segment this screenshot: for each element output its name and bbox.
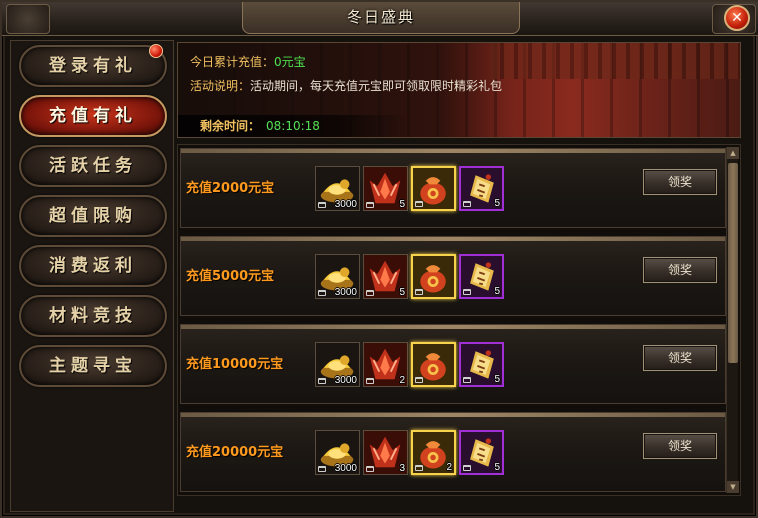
sidebar-item-2[interactable]: 充值有礼 [19,95,167,137]
claim-reward-button[interactable]: 领奖 [643,257,717,283]
gold-ingot-icon[interactable]: 3000 [315,254,360,299]
item-quantity: 3000 [334,199,357,210]
scroll-up-arrow-icon[interactable]: ▲ [727,147,739,159]
reward-tier-title: 充值5000元宝 [186,269,275,284]
remaining-time: 剩余时间： 08:10:18 [178,115,408,137]
red-crystal-icon[interactable]: 2 [363,342,408,387]
event-description: 活动说明：活动期间，每天充值元宝即可领取限时精彩礼包 [190,77,502,94]
reward-items: 3000 3 2 5 [315,430,504,476]
red-pouch-icon[interactable] [411,166,456,211]
talisman-icon[interactable]: 5 [459,342,504,387]
item-quantity: 3 [399,463,405,474]
reward-tier-title: 充值10000元宝 [186,357,284,372]
bound-lock-icon [463,465,471,471]
claim-reward-button[interactable]: 领奖 [643,433,717,459]
bound-lock-icon [366,378,374,384]
reward-tier-title: 充值2000元宝 [186,181,275,196]
sidebar-item-label: 超值限购 [49,206,137,226]
item-quantity: 5 [494,374,500,385]
gold-ingot-icon[interactable]: 3000 [315,342,360,387]
sidebar-item-label: 消费返利 [49,256,137,276]
corner-ornament-left [6,4,50,34]
sidebar-item-label: 材料竞技 [49,306,137,326]
talisman-icon[interactable]: 5 [459,430,504,475]
reward-tier-title: 充值20000元宝 [186,445,284,460]
sidebar-item-3[interactable]: 活跃任务 [19,145,167,187]
sidebar-item-label: 充值有礼 [49,106,137,126]
bound-lock-icon [415,377,423,383]
bound-lock-icon [318,466,326,472]
item-quantity: 3000 [334,287,357,298]
red-pouch-icon[interactable]: 2 [411,430,456,475]
close-button[interactable]: ✕ [724,5,750,31]
sidebar: 登录有礼充值有礼活跃任务超值限购消费返利材料竞技主题寻宝 [10,40,174,512]
reward-row: 充值20000元宝 3000 3 2 5 领奖 [180,412,726,492]
item-quantity: 5 [399,199,405,210]
gold-ingot-icon[interactable]: 3000 [315,166,360,211]
window-title: 冬日盛典 [242,2,520,34]
reward-list: 充值2000元宝 3000 5 5 领奖 充值5000元宝 3000 5 5 领奖 充值10000元… [177,144,741,496]
description-text: 活动期间，每天充值元宝即可领取限时精彩礼包 [250,79,503,93]
sidebar-item-1[interactable]: 登录有礼 [19,44,167,87]
sidebar-item-label: 活跃任务 [49,156,137,176]
recharge-value: 0元宝 [274,55,306,69]
reward-items: 3000 5 5 [315,254,504,300]
bound-lock-icon [318,202,326,208]
sidebar-item-5[interactable]: 消费返利 [19,245,167,287]
remaining-time-value: 08:10:18 [266,119,320,133]
sidebar-item-label: 主题寻宝 [49,356,137,376]
bound-lock-icon [366,466,374,472]
gold-ingot-icon[interactable]: 3000 [315,430,360,475]
bound-lock-icon [415,465,423,471]
bound-lock-icon [318,378,326,384]
red-pouch-icon[interactable] [411,342,456,387]
claim-reward-button[interactable]: 领奖 [643,345,717,371]
claim-reward-button[interactable]: 领奖 [643,169,717,195]
description-label: 活动说明： [190,79,251,93]
red-crystal-icon[interactable]: 5 [363,254,408,299]
bound-lock-icon [366,202,374,208]
recharge-label: 今日累计充值： [190,55,275,69]
bound-lock-icon [366,290,374,296]
item-quantity: 5 [494,198,500,209]
bound-lock-icon [463,289,471,295]
item-quantity: 2 [446,462,452,473]
bound-lock-icon [463,377,471,383]
scroll-thumb[interactable] [728,163,738,363]
sidebar-item-4[interactable]: 超值限购 [19,195,167,237]
talisman-icon[interactable]: 5 [459,254,504,299]
item-quantity: 5 [494,286,500,297]
red-crystal-icon[interactable]: 3 [363,430,408,475]
notification-dot-icon [149,44,163,58]
reward-items: 3000 2 5 [315,342,504,388]
bound-lock-icon [318,290,326,296]
banner-background-art [490,43,740,79]
item-quantity: 5 [399,287,405,298]
item-quantity: 3000 [334,375,357,386]
sidebar-item-6[interactable]: 材料竞技 [19,295,167,337]
sidebar-item-label: 登录有礼 [49,56,137,76]
reward-items: 3000 5 5 [315,166,504,212]
scrollbar[interactable]: ▲ ▼ [726,147,739,493]
bound-lock-icon [415,201,423,207]
bound-lock-icon [415,289,423,295]
scroll-down-arrow-icon[interactable]: ▼ [727,481,739,493]
item-quantity: 5 [494,462,500,473]
remaining-time-label: 剩余时间： [200,119,261,133]
event-window: 冬日盛典 ✕ 登录有礼充值有礼活跃任务超值限购消费返利材料竞技主题寻宝 今日累计… [0,0,758,518]
reward-row: 充值2000元宝 3000 5 5 领奖 [180,148,726,228]
red-pouch-icon[interactable] [411,254,456,299]
item-quantity: 2 [399,375,405,386]
talisman-icon[interactable]: 5 [459,166,504,211]
event-banner: 今日累计充值：0元宝 活动说明：活动期间，每天充值元宝即可领取限时精彩礼包 剩余… [177,42,741,138]
red-crystal-icon[interactable]: 5 [363,166,408,211]
sidebar-item-7[interactable]: 主题寻宝 [19,345,167,387]
bound-lock-icon [463,201,471,207]
recharge-info: 今日累计充值：0元宝 [190,53,306,70]
title-bar: 冬日盛典 ✕ [2,2,758,36]
item-quantity: 3000 [334,463,357,474]
reward-row: 充值10000元宝 3000 2 5 领奖 [180,324,726,404]
reward-row: 充值5000元宝 3000 5 5 领奖 [180,236,726,316]
